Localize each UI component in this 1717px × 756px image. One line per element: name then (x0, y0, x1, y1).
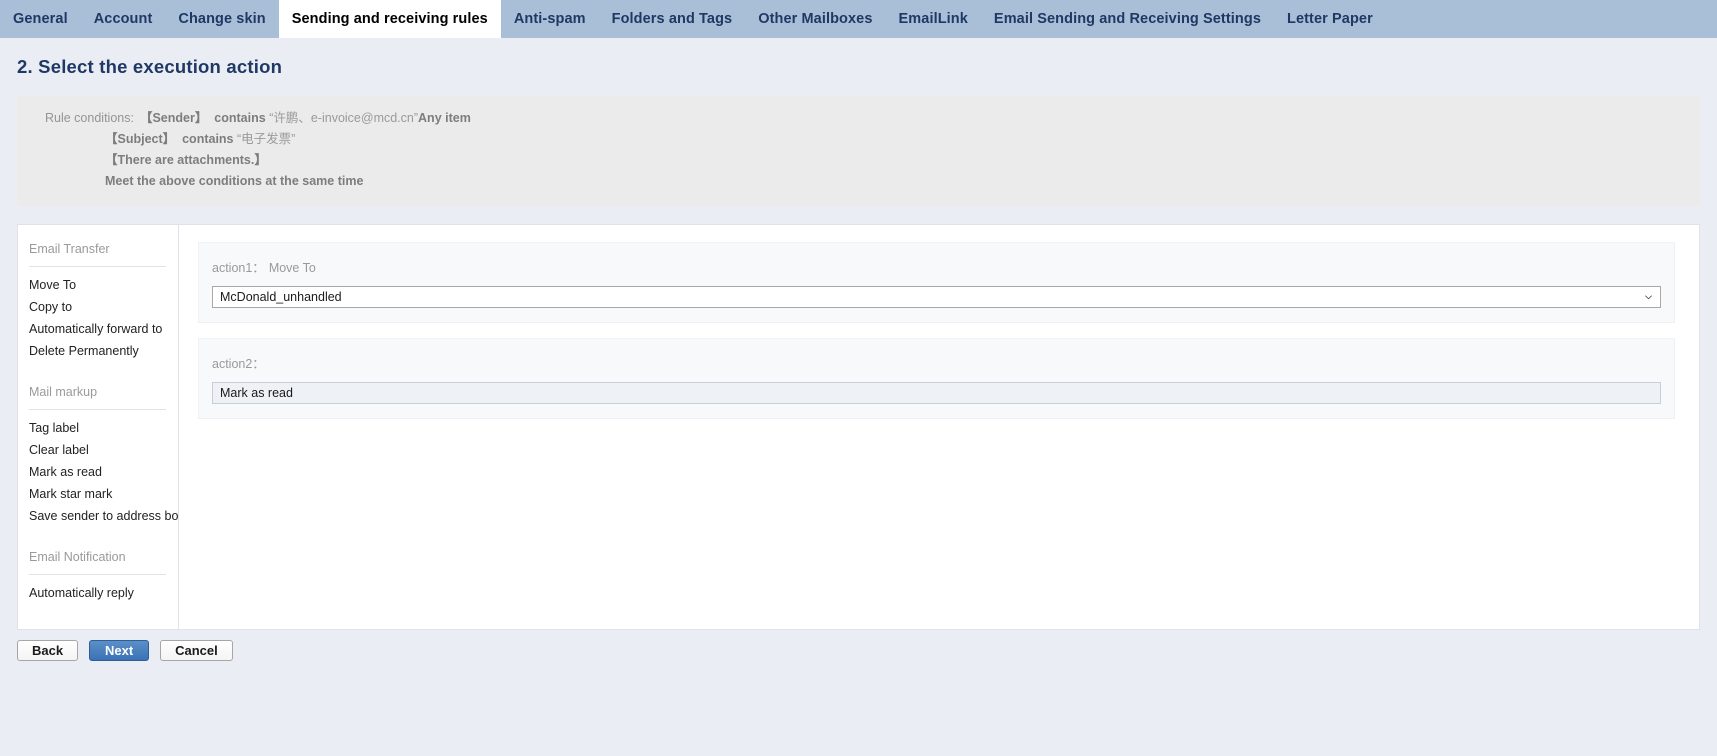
sidebar-item-automatically-forward-to[interactable]: Automatically forward to (18, 318, 178, 340)
tab-general[interactable]: General (0, 0, 81, 38)
tab-emaillink[interactable]: EmailLink (886, 0, 981, 38)
tab-folders-and-tags[interactable]: Folders and Tags (599, 0, 746, 38)
rule-value-2: “电子发票” (237, 132, 296, 146)
sidebar-item-copy-to[interactable]: Copy to (18, 296, 178, 318)
chevron-down-icon (1645, 295, 1652, 300)
sidebar-item-tag-label[interactable]: Tag label (18, 417, 178, 439)
sidebar-item-clear-label[interactable]: Clear label (18, 439, 178, 461)
sidebar-group-title-mail-markup: Mail markup (29, 385, 98, 399)
sidebar-divider (29, 574, 166, 575)
sidebar-divider (29, 266, 166, 267)
settings-tab-bar: General Account Change skin Sending and … (0, 0, 1717, 38)
next-button[interactable]: Next (89, 640, 150, 661)
tab-anti-spam[interactable]: Anti-spam (501, 0, 599, 38)
action1-folder-select[interactable]: McDonald_unhandled (212, 286, 1661, 308)
action2-label-row: action2： (212, 353, 1661, 372)
sidebar-item-save-sender-to-address-book[interactable]: Save sender to address book (18, 505, 178, 527)
sidebar-item-mark-as-read[interactable]: Mark as read (18, 461, 178, 483)
sidebar-item-automatically-reply[interactable]: Automatically reply (18, 582, 178, 604)
sidebar-group-title-email-transfer: Email Transfer (29, 242, 110, 256)
tab-account[interactable]: Account (81, 0, 166, 38)
rule-value-1: “许鹏、e-invoice@mcd.cn” (269, 111, 419, 125)
rule-operator-2: contains (182, 132, 234, 146)
sidebar-divider (29, 409, 166, 410)
action1-folder-select-value: McDonald_unhandled (220, 290, 342, 304)
execution-action-content: Email Transfer Move To Copy to Automatic… (17, 224, 1700, 630)
rule-condition-line-2: 【Subject】 contains “电子发票” (17, 129, 1700, 150)
rule-condition-line-1: 【Sender】 contains “许鹏、e-invoice@mcd.cn”A… (140, 108, 471, 129)
rule-conditions-label: Rule conditions: (45, 111, 134, 125)
back-button[interactable]: Back (17, 640, 79, 661)
rule-suffix-1: Any item (418, 111, 471, 125)
tab-email-sending-and-receiving-settings[interactable]: Email Sending and Receiving Settings (981, 0, 1274, 38)
sidebar-item-delete-permanently[interactable]: Delete Permanently (18, 340, 178, 362)
rule-field-subject: 【Subject】 (105, 132, 176, 146)
tab-change-skin[interactable]: Change skin (165, 0, 278, 38)
rule-operator-1: contains (214, 111, 266, 125)
rule-condition-line-3: 【There are attachments.】 (105, 153, 267, 167)
tab-letter-paper[interactable]: Letter Paper (1274, 0, 1386, 38)
action2-label: action2： (212, 357, 265, 371)
sidebar-group-title-email-notification: Email Notification (29, 550, 126, 564)
action-block-1: action1： Move To McDonald_unhandled (198, 242, 1675, 323)
tab-sending-and-receiving-rules[interactable]: Sending and receiving rules (278, 0, 501, 38)
action1-label-row: action1： Move To (212, 257, 1661, 276)
rule-condition-match-mode: Meet the above conditions at the same ti… (105, 174, 364, 188)
selected-actions-panel: action1： Move To McDonald_unhandled actio… (179, 224, 1700, 630)
action2-value-field[interactable]: Mark as read (212, 382, 1661, 404)
wizard-footer: Back Next Cancel (17, 640, 1717, 661)
action-type-sidebar: Email Transfer Move To Copy to Automatic… (17, 224, 179, 630)
rule-field-sender: 【Sender】 (139, 111, 208, 125)
cancel-button[interactable]: Cancel (160, 640, 233, 661)
rule-conditions-row: Rule conditions: 【Sender】 contains “许鹏、e… (17, 108, 1700, 129)
action1-type: Move To (268, 261, 316, 275)
tab-other-mailboxes[interactable]: Other Mailboxes (745, 0, 885, 38)
sidebar-item-mark-star-mark[interactable]: Mark star mark (18, 483, 178, 505)
page-title: 2. Select the execution action (17, 56, 283, 77)
sidebar-item-move-to[interactable]: Move To (18, 274, 178, 296)
action1-label: action1： (212, 261, 265, 275)
rule-conditions-summary: Rule conditions: 【Sender】 contains “许鹏、e… (17, 96, 1700, 206)
action-block-2: action2： Mark as read (198, 338, 1675, 419)
